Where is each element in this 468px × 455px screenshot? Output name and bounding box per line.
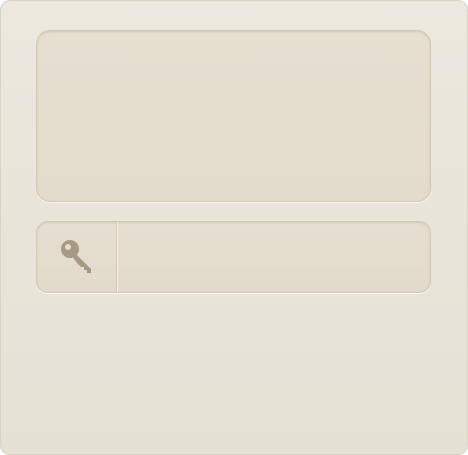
password-row[interactable] [36, 221, 431, 293]
key-icon [57, 237, 97, 277]
key-icon-cell [37, 222, 117, 292]
message-area [36, 30, 431, 202]
dialog-panel [0, 0, 468, 455]
password-input[interactable] [118, 222, 430, 292]
